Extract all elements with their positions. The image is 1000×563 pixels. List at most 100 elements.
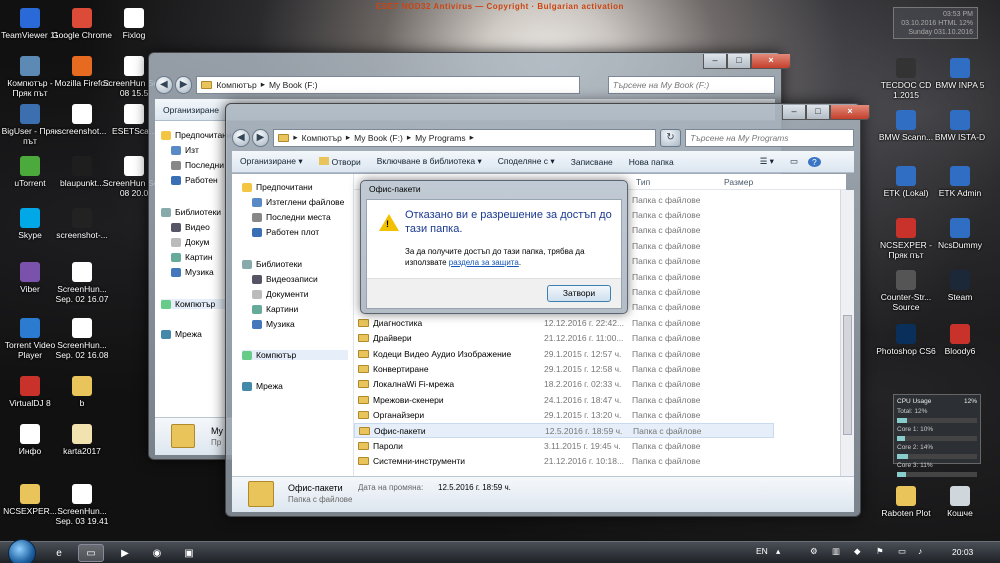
language-indicator[interactable]: EN [756, 546, 768, 556]
file-row[interactable]: Органайзери 29.1.2015 г. 13:20 ч. Папка с … [354, 408, 774, 423]
breadcrumb-item[interactable]: Компютър [302, 133, 342, 143]
file-row[interactable]: Системни-инструменти 21.12.2016 г. 10:18.… [354, 454, 774, 469]
desktop-icon-item[interactable]: karta2017 [50, 424, 114, 456]
nav-recent[interactable]: Последни места [252, 212, 331, 222]
nav-computer[interactable]: Компютър [242, 350, 348, 360]
forward-arrow-icon[interactable]: ▶ [251, 128, 270, 147]
desktop-icon-item[interactable]: ScreenHun... Sep. 03 19.41 [50, 484, 114, 526]
scrollbar-thumb[interactable] [843, 315, 852, 435]
file-row[interactable]: ЛокалнаWi Fi-мрежа 18.2.2016 г. 02:33 ч. П… [354, 377, 774, 392]
close-dialog-button[interactable]: Затвори [547, 285, 611, 302]
close-button[interactable]: × [751, 54, 791, 69]
nav-pictures[interactable]: Картин [171, 252, 213, 262]
desktop-icon-item[interactable]: BMW INPA 5 [928, 58, 992, 90]
nav-videos[interactable]: Видео [171, 222, 210, 232]
nav-downloads[interactable]: Изтеглени файлове [252, 197, 344, 207]
nav-recent[interactable]: Последни [171, 160, 224, 170]
forward-arrow-icon[interactable]: ▶ [174, 75, 193, 94]
file-row[interactable]: Кодеци Видео Аудио Изображение 29.1.2015 … [354, 346, 774, 361]
maximize-button[interactable]: □ [727, 54, 751, 69]
nav-music[interactable]: Музика [171, 267, 214, 277]
include-in-library-button[interactable]: Включване в библиотека ▾ [369, 156, 490, 167]
desktop-icon-item[interactable]: Steam [928, 270, 992, 302]
desktop-icon-item[interactable]: BMW ISTA-D [928, 110, 992, 142]
desktop-icon-item[interactable]: Bloody6 [928, 324, 992, 356]
nav-music[interactable]: Музика [252, 319, 295, 329]
share-with-button[interactable]: Споделяне с ▾ [490, 156, 563, 167]
flag-icon[interactable]: ⚑ [876, 546, 884, 557]
ie-icon[interactable]: e [46, 544, 72, 562]
search-input[interactable]: Търсене на My Programs [685, 128, 854, 147]
scrollbar[interactable] [840, 190, 854, 478]
file-row[interactable]: Офис-пакети 12.5.2016 г. 18:59 ч. Папка с … [354, 423, 774, 438]
nav-network[interactable]: Мрежа [161, 329, 202, 339]
desktop-icon-item[interactable]: b [50, 376, 114, 408]
desktop-icon-item[interactable]: ScreenHun... Sep. 02 16.07 [50, 262, 114, 304]
desktop-icon-item[interactable]: NcsDummy [928, 218, 992, 250]
nav-videos[interactable]: Видеозаписи [252, 274, 318, 284]
nav-pictures[interactable]: Картини [252, 304, 298, 314]
breadcrumb-item[interactable]: My Programs [415, 133, 466, 143]
breadcrumb-item[interactable]: My Book (F:) [354, 133, 403, 143]
search-input[interactable]: Търсене на My Book (F:) [607, 75, 775, 94]
nav-network[interactable]: Мрежа [242, 381, 283, 391]
maximize-button[interactable]: □ [806, 105, 830, 120]
media-player-icon[interactable]: ▶ [112, 544, 138, 562]
start-button[interactable] [8, 539, 36, 563]
desktop-icon-item[interactable]: ETK Admin [928, 166, 992, 198]
nav-documents[interactable]: Докум [171, 237, 209, 247]
network-tray-icon[interactable]: ▥ [832, 546, 840, 557]
back-arrow-icon[interactable]: ◀ [232, 128, 250, 147]
help-icon[interactable]: ? [807, 156, 821, 167]
breadcrumb-item[interactable]: Компютър [216, 80, 256, 90]
file-row[interactable]: Конвертиране 29.1.2015 г. 12:58 ч. Папка с… [354, 361, 774, 376]
nav-desktop[interactable]: Работен плот [252, 227, 319, 237]
organize-button[interactable]: Организиране [155, 105, 227, 115]
explorer-taskbar-icon[interactable]: ▭ [78, 544, 104, 562]
desktop-icon-item[interactable]: ScreenHun... Sep. 02 16.08 [50, 318, 114, 360]
volume-icon[interactable]: ♪ [918, 546, 922, 556]
new-folder-button[interactable]: Нова папка [621, 157, 682, 167]
screenshot-taskbar-icon[interactable]: ▣ [176, 544, 202, 562]
minimize-button[interactable]: – [782, 105, 806, 120]
access-denied-dialog[interactable]: Офис-пакети ! Отказано ви е разрешение з… [360, 180, 628, 314]
preview-pane-icon[interactable]: ▭ [782, 156, 806, 167]
nav-computer[interactable]: Компютър [161, 299, 227, 309]
shield-icon[interactable]: ◆ [854, 546, 861, 557]
nav-downloads[interactable]: Изт [171, 145, 199, 155]
close-button[interactable]: × [830, 105, 870, 120]
file-name: Драйвери [373, 333, 412, 344]
open-button[interactable]: Отвори [311, 156, 369, 167]
path-box[interactable]: ▸ Компютър ▸ My Book (F:) ▸ My Programs … [273, 128, 656, 147]
path-box[interactable]: Компютър ▸ My Book (F:) [196, 75, 580, 94]
nav-desktop[interactable]: Работен [171, 175, 218, 185]
nav-documents[interactable]: Документи [252, 289, 308, 299]
tray-icon[interactable]: ⚙ [810, 546, 818, 557]
back-arrow-icon[interactable]: ◀ [155, 75, 173, 94]
file-row[interactable]: Драйвери 21.12.2016 г. 11:00... Папка с фа… [354, 331, 774, 346]
breadcrumb-item[interactable]: My Book (F:) [269, 80, 318, 90]
nav-favorites[interactable]: Предпочитани [161, 130, 232, 140]
nav-libraries[interactable]: Библиотеки [242, 259, 302, 269]
column-header-type[interactable]: Тип [636, 177, 650, 187]
file-row[interactable]: Мрежови-скенери 24.1.2016 г. 18:47 ч. Папк… [354, 392, 774, 407]
desktop-icon-item[interactable]: screenshot-... [50, 208, 114, 240]
file-row[interactable]: Диагностика 12.12.2016 г. 22:42... Папка с… [354, 315, 774, 330]
column-header-size[interactable]: Размер [724, 177, 753, 187]
file-row[interactable]: Пароли 3.11.2015 г. 19:45 ч. Папка с файло… [354, 438, 774, 453]
desktop-icon-item[interactable]: Fixlog [102, 8, 166, 40]
security-tab-link[interactable]: раздела за защита [449, 258, 519, 267]
burn-button[interactable]: Записване [563, 157, 621, 167]
desktop-icon-item[interactable]: Кошче [928, 486, 992, 518]
clock[interactable]: 20:03 [952, 547, 973, 557]
minimize-button[interactable]: – [703, 54, 727, 69]
firefox-taskbar-icon[interactable]: ◉ [144, 544, 170, 562]
monitor-icon[interactable]: ▭ [898, 546, 906, 557]
nav-favorites[interactable]: Предпочитани [242, 182, 313, 192]
nav-libraries[interactable]: Библиотеки [161, 207, 221, 217]
chevron-up-icon[interactable]: ▴ [776, 546, 780, 557]
view-options-icon[interactable]: ☰ ▾ [752, 156, 782, 167]
organize-button[interactable]: Организиране ▾ [232, 156, 311, 167]
clock-line: 03.10.2016 HTML 12% [901, 20, 973, 27]
refresh-icon[interactable]: ↻ [659, 128, 682, 147]
